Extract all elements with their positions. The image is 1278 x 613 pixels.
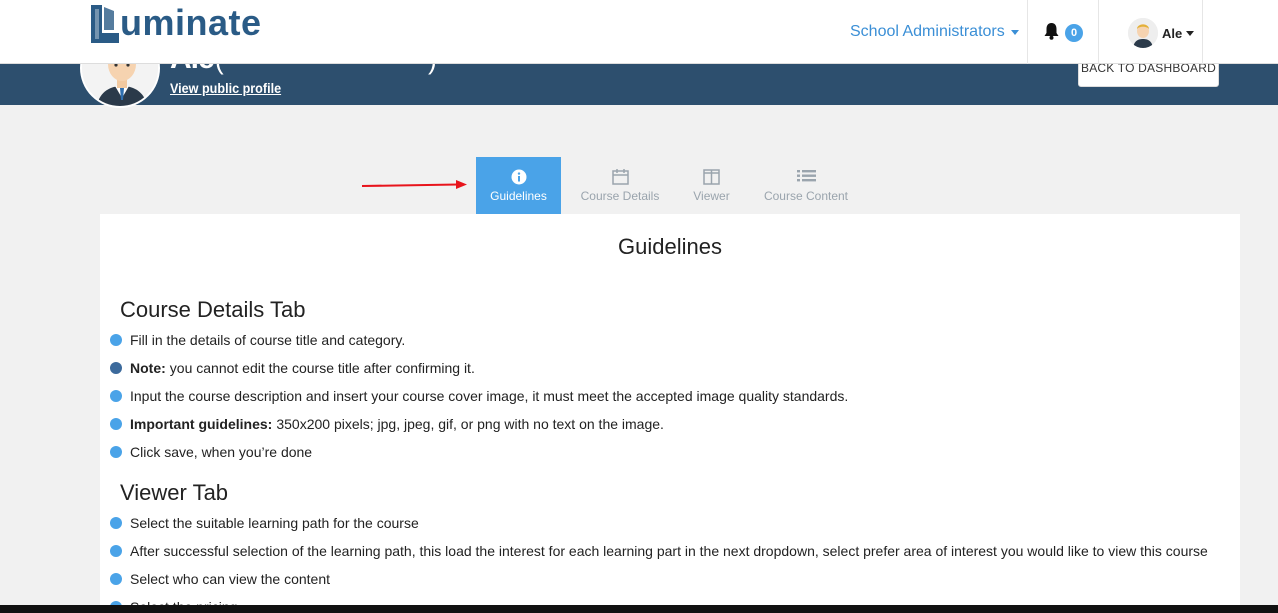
list-item: After successful selection of the learni… — [100, 537, 1208, 565]
columns-icon — [703, 168, 720, 185]
info-circle-icon — [511, 168, 527, 185]
tab-label: Guidelines — [490, 189, 547, 203]
bullet-icon — [110, 573, 122, 585]
bullet-icon — [110, 390, 122, 402]
notifications-count-badge: 0 — [1065, 24, 1083, 42]
list-item: Note: you cannot edit the course title a… — [100, 354, 848, 382]
panel-title: Guidelines — [618, 234, 722, 259]
guidelines-panel: Guidelines Course Details Tab Fill in th… — [100, 214, 1240, 613]
logo-mark-icon — [91, 5, 119, 43]
tab-course-content[interactable]: Course Content — [744, 157, 868, 214]
chevron-down-icon — [1186, 30, 1195, 36]
course-details-list: Fill in the details of course title and … — [100, 326, 848, 466]
viewer-heading: Viewer Tab — [120, 480, 229, 505]
tab-label: Course Content — [763, 189, 849, 203]
course-details-heading: Course Details Tab — [120, 297, 306, 322]
list-icon — [796, 168, 816, 185]
nav-divider — [1098, 0, 1099, 64]
bullet-icon — [110, 334, 122, 346]
list-item: Click save, when you’re done — [100, 438, 848, 466]
viewer-list: Select the suitable learning path for th… — [100, 509, 1208, 613]
role-dropdown-label: School Administrators — [850, 23, 1005, 40]
tab-label: Viewer — [693, 189, 730, 203]
list-item: Fill in the details of course title and … — [100, 326, 848, 354]
top-navbar: uminate School Administrators 0 Ale — [0, 0, 1278, 64]
list-item: Select the suitable learning path for th… — [100, 509, 1208, 537]
bullet-icon — [110, 517, 122, 529]
tab-viewer[interactable]: Viewer — [679, 157, 744, 214]
notifications-bell-icon[interactable] — [1043, 22, 1060, 45]
user-name: Ale — [1162, 25, 1183, 41]
view-public-profile-link[interactable]: View public profile — [170, 80, 281, 96]
annotation-arrow-icon — [362, 180, 467, 189]
bullet-icon — [110, 362, 122, 374]
list-item: Select who can view the content — [100, 565, 1208, 593]
list-item: Important guidelines: 350x200 pixels; jp… — [100, 410, 848, 438]
tab-guidelines[interactable]: Guidelines — [476, 157, 561, 214]
window-bottom-edge — [0, 605, 1278, 613]
bullet-icon — [110, 418, 122, 430]
calendar-icon — [611, 168, 629, 185]
user-menu-dropdown[interactable]: Ale — [1128, 18, 1195, 48]
luminate-logo[interactable]: uminate — [88, 2, 262, 44]
chevron-down-icon — [1010, 29, 1019, 35]
course-tabs: Guidelines Course Details Viewer Course … — [476, 157, 868, 214]
bullet-icon — [110, 446, 122, 458]
tab-course-details[interactable]: Course Details — [561, 157, 679, 214]
nav-divider — [1202, 0, 1203, 64]
nav-divider — [1027, 0, 1028, 64]
logo-text: uminate — [120, 2, 262, 43]
tab-label: Course Details — [580, 189, 660, 203]
list-item: Input the course description and insert … — [100, 382, 848, 410]
bullet-icon — [110, 545, 122, 557]
role-dropdown[interactable]: School Administrators — [850, 23, 1019, 41]
user-avatar — [1128, 18, 1158, 48]
